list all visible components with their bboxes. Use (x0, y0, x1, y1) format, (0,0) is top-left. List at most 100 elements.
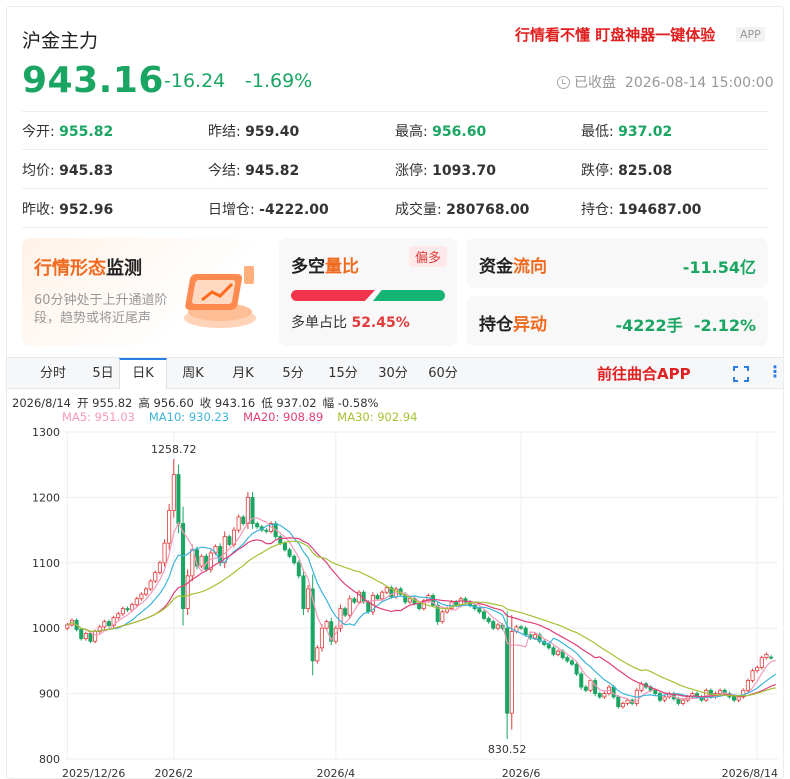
candle-body (556, 650, 561, 655)
candle-body (736, 696, 741, 701)
candle-body (759, 657, 764, 668)
goto-app-link[interactable]: 前往曲合APP (597, 363, 691, 384)
price-change-pct: -1.69% (245, 70, 313, 92)
stat-label: 今结: (208, 163, 241, 179)
candle-body (116, 613, 121, 619)
divider (22, 149, 768, 150)
candle-body (190, 549, 195, 577)
tab-period[interactable]: 分时 (29, 358, 77, 389)
stat-label: 今开: (22, 124, 55, 140)
candle-body (282, 542, 287, 551)
position-change-title: 持仓异动 (479, 315, 547, 335)
tab-period[interactable]: 15分 (319, 358, 367, 389)
stat-label: 最高: (395, 124, 428, 140)
stat-item: 涨停: 1093.70 (395, 160, 496, 180)
x-tick-label: 2026/8/14 (722, 767, 778, 779)
candle-body (417, 602, 422, 609)
candle-body (481, 611, 487, 619)
candle-body (167, 510, 172, 544)
candle-body (79, 629, 84, 640)
fund-flow-value: -11.54亿 (682, 258, 756, 277)
candle-body (764, 653, 769, 659)
y-tick-label: 900 (39, 688, 60, 701)
candle-body (731, 696, 737, 701)
divider (22, 188, 768, 189)
stat-item: 最低: 937.02 (581, 121, 672, 141)
candle-body (347, 598, 352, 616)
long-ratio-bar (291, 290, 375, 301)
tab-period[interactable]: 周K (169, 358, 217, 389)
candle-body (588, 680, 593, 691)
tab-period[interactable]: 5分 (269, 358, 317, 389)
candle-body (315, 647, 320, 662)
candle-body (287, 549, 292, 557)
candle-body (102, 621, 107, 628)
candle-body (120, 608, 125, 615)
more-vert-icon[interactable]: ⋮ (767, 362, 783, 381)
candle-body (440, 611, 445, 623)
stat-item: 昨结: 959.40 (208, 121, 299, 141)
candle-body (352, 598, 357, 603)
stat-item: 今结: 945.82 (208, 160, 299, 180)
stat-label: 日增仓: (208, 202, 255, 218)
candle-body (676, 698, 681, 704)
candle-body (65, 624, 70, 629)
period-toolbar: 分时 5日 日K 周K 月K 5分 15分 30分 60分 前往曲合APP ⋮ (7, 357, 783, 389)
pattern-monitor-desc: 60分钟处于上升通道阶段，趋势或将近尾声 (34, 293, 168, 326)
stat-value: 825.08 (618, 163, 673, 179)
stat-item: 日增仓: -4222.00 (208, 199, 329, 219)
chart-illustration-icon (184, 266, 256, 328)
promo-link[interactable]: 行情看不懂 盯盘神器一键体验 (515, 24, 715, 45)
position-change-card[interactable]: 持仓异动 -4222手 -2.12% (466, 296, 768, 346)
bar-close: 收 943.16 (199, 396, 256, 410)
candle-body (139, 593, 144, 600)
stat-label: 跌停: (581, 163, 614, 179)
candle-body (509, 631, 514, 714)
x-tick-label: 2025/12/26 (62, 767, 125, 779)
x-tick-label: 2026/4 (316, 767, 355, 779)
candle-body (583, 686, 588, 691)
fullscreen-icon[interactable] (733, 366, 749, 382)
pattern-monitor-card[interactable]: 行情形态监测 60分钟处于上升通道阶段，趋势或将近尾声 (22, 238, 270, 346)
bar-info: 2026/8/14 开 955.82 高 956.60 收 943.16 低 937.0… (12, 395, 384, 411)
tab-period[interactable]: 日K (119, 358, 167, 389)
tab-period[interactable]: 30分 (369, 358, 417, 389)
tab-period[interactable]: 60分 (419, 358, 467, 389)
tab-period[interactable]: 月K (219, 358, 267, 389)
candle-body (611, 686, 616, 698)
candle-body (574, 663, 579, 675)
long-short-ratio-card[interactable]: 多空量比 偏多 多单占比 52.45% (279, 238, 457, 346)
candle-body (292, 555, 297, 564)
candle-body (681, 699, 686, 704)
app-badge: APP (736, 27, 765, 42)
stat-label: 涨停: (395, 163, 428, 179)
stat-value: 194687.00 (618, 202, 702, 218)
candle-body (319, 627, 324, 649)
candle-body (134, 598, 139, 606)
candle-body (106, 621, 112, 626)
stat-label: 昨收: (22, 202, 55, 218)
x-tick-label: 2026/2 (154, 767, 193, 779)
stat-value: 956.60 (432, 124, 487, 140)
candle-body (769, 656, 774, 659)
candle-body (130, 604, 135, 611)
x-tick-label: 2026/6 (502, 767, 541, 779)
price-change: -16.24 (164, 70, 226, 92)
candle-body (380, 591, 385, 600)
y-tick-label: 1100 (32, 557, 60, 570)
short-ratio-bar (373, 290, 445, 301)
y-tick-label: 800 (39, 753, 60, 766)
candle-body (296, 562, 301, 577)
stat-item: 成交量: 280768.00 (395, 199, 529, 219)
candle-body (241, 516, 246, 524)
market-status: 已收盘 2026-08-14 15:00:00 (557, 72, 774, 92)
kline-chart[interactable]: 800 900 1000 1100 1200 1300 2025/12/26 2026/2 20… (0, 420, 790, 779)
candle-body (546, 644, 551, 649)
fund-flow-card[interactable]: 资金流向 -11.54亿 (466, 238, 768, 288)
candle-body (565, 657, 570, 662)
candle-body (306, 588, 311, 609)
position-change-value: -4222手 -2.12% (615, 316, 756, 335)
stat-value: 955.82 (59, 124, 114, 140)
candle-body (148, 580, 153, 590)
stat-value: -4222.00 (259, 202, 329, 218)
